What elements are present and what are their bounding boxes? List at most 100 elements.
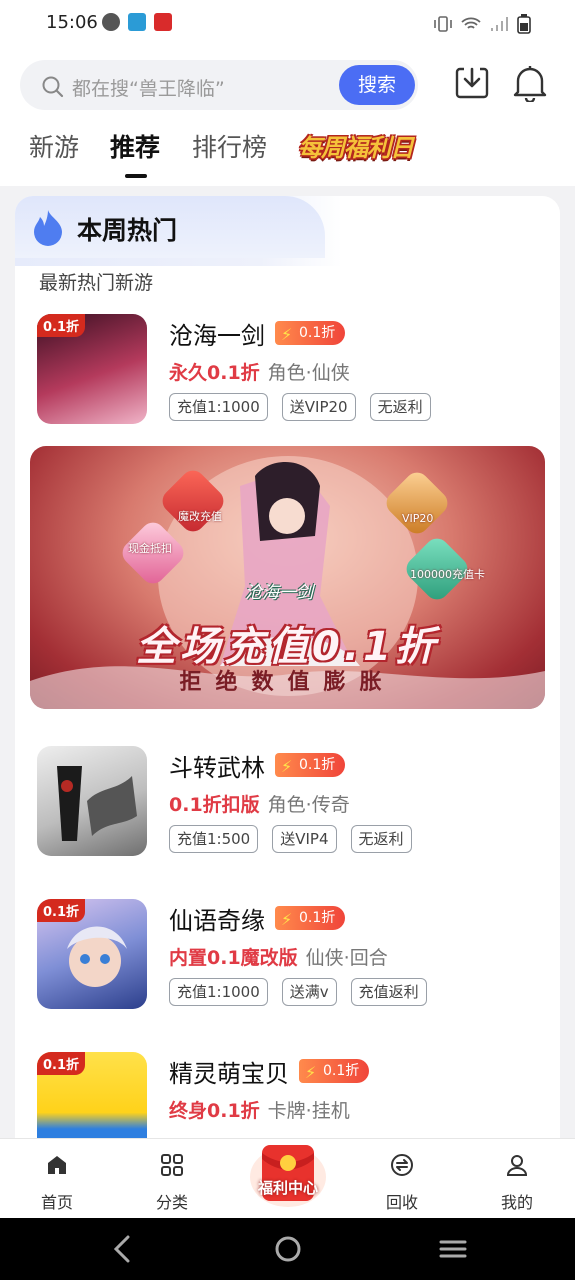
app-notification-icon (154, 13, 172, 31)
game-highlight: 0.1折扣版 (169, 794, 260, 816)
game-tag: 无返利 (350, 825, 412, 853)
nav-profile[interactable]: 我的 (477, 1139, 557, 1219)
lightning-icon: ⚡ (281, 757, 293, 776)
discount-badge: ⚡ 0.1折 (275, 321, 346, 345)
game-highlight: 内置0.1魔改版 (169, 947, 298, 969)
home-icon (48, 1156, 66, 1174)
game-title: 沧海一剑 (169, 322, 265, 350)
battery-icon (517, 14, 531, 34)
game-thumbnail[interactable]: 0.1折 (37, 314, 147, 424)
game-genre: 卡牌·挂机 (267, 1100, 350, 1122)
game-tag: 送VIP4 (272, 825, 337, 853)
active-tab-indicator (125, 174, 147, 178)
bell-icon[interactable] (513, 64, 547, 102)
game-tag: 充值返利 (350, 978, 427, 1006)
app-notification-icon (102, 13, 120, 31)
banner-feature-label: VIP20 (402, 512, 434, 525)
banner-feature-label: 魔改充值 (178, 510, 222, 523)
status-bar: 15:06 (0, 0, 575, 46)
lightning-icon: ⚡ (281, 910, 293, 929)
banner-feature-label: 现金抵扣 (128, 542, 172, 555)
back-icon[interactable] (110, 1234, 134, 1264)
game-tag: 充值1:500 (169, 825, 259, 853)
lightning-icon: ⚡ (305, 1063, 317, 1082)
discount-badge: ⚡ 0.1折 (299, 1059, 370, 1083)
banner-game-name: 沧海一剑 (245, 583, 313, 603)
hot-games-card: 本周热门 最新热门新游 0.1折 沧海一剑 ⚡ 0.1折 永久0.1折 角色·仙侠 … (15, 196, 560, 1156)
nav-label: 首页 (40, 1193, 73, 1212)
game-tag: 送VIP20 (281, 393, 356, 421)
banner-subheadline: 拒绝数值膨胀 (179, 670, 396, 695)
system-icons (433, 14, 531, 34)
game-meta: 内置0.1魔改版 仙侠·回合 (169, 943, 388, 970)
game-tag: 无返利 (369, 393, 431, 421)
thumb-artwork (67, 926, 127, 987)
game-title: 精灵萌宝贝 (169, 1060, 289, 1088)
card-header: 本周热门 (15, 196, 560, 266)
game-genre: 角色·仙侠 (267, 362, 350, 384)
app-notification-icon (128, 13, 146, 31)
game-tags: 充值1:1000 送VIP20 无返利 (169, 393, 431, 421)
tab-new-games[interactable]: 新游 (29, 128, 79, 164)
game-tag: 充值1:1000 (169, 393, 268, 421)
status-time: 15:06 (46, 12, 98, 33)
tab-recommended[interactable]: 推荐 (110, 128, 160, 164)
flame-icon (34, 210, 62, 246)
thumb-badge: 0.1折 (37, 314, 86, 337)
discount-badge: ⚡ 0.1折 (275, 753, 346, 777)
category-icon (161, 1154, 183, 1176)
signal-icon (491, 17, 508, 31)
game-item[interactable]: 斗转武林 ⚡ 0.1折 0.1折扣版 角色·传奇 充值1:500 送VIP4 无返利 (15, 746, 560, 864)
game-tags: 充值1:500 送VIP4 无返利 (169, 825, 412, 853)
game-title: 斗转武林 (169, 754, 265, 782)
nav-label: 分类 (155, 1193, 188, 1212)
nav-label: 我的 (500, 1193, 533, 1212)
game-tag: 充值1:1000 (169, 978, 268, 1006)
tab-ranking[interactable]: 排行榜 (192, 128, 267, 164)
game-tag: 送满v (281, 978, 337, 1006)
thumb-badge: 0.1折 (37, 1052, 86, 1075)
game-title: 仙语奇缘 (169, 907, 265, 935)
game-highlight: 永久0.1折 (169, 362, 260, 384)
section-title: 本周热门 (77, 216, 178, 245)
game-genre: 角色·传奇 (267, 794, 350, 816)
search-bar[interactable]: 都在搜“兽王降临” 搜索 (20, 60, 418, 110)
promo-banner[interactable]: 魔改充值 现金抵扣 VIP20 100000充值卡 沧海一剑 全场充值0.1折 … (30, 446, 545, 709)
banner-feature-label: 100000充值卡 (410, 568, 485, 581)
search-icon (42, 76, 64, 98)
download-icon[interactable] (455, 66, 489, 100)
profile-icon (506, 1155, 528, 1176)
thumb-artwork (57, 766, 137, 841)
game-thumbnail[interactable] (37, 746, 147, 856)
notification-icons (102, 13, 172, 31)
lightning-icon: ⚡ (281, 325, 293, 344)
game-thumbnail[interactable]: 0.1折 (37, 899, 147, 1009)
wifi-icon (461, 17, 481, 29)
search-input[interactable]: 都在搜“兽王降临” (72, 74, 225, 101)
game-highlight: 终身0.1折 (169, 1100, 260, 1122)
game-tags: 充值1:1000 送满v 充值返利 (169, 978, 427, 1006)
game-genre: 仙侠·回合 (305, 947, 388, 969)
game-meta: 终身0.1折 卡牌·挂机 (169, 1096, 350, 1123)
category-tabs: 新游 推荐 排行榜 每周福利日 (0, 122, 575, 182)
nav-label: 回收 (385, 1193, 418, 1212)
discount-badge: ⚡ 0.1折 (275, 906, 346, 930)
red-envelope-icon (250, 1145, 326, 1207)
game-item[interactable]: 0.1折 仙语奇缘 ⚡ 0.1折 内置0.1魔改版 仙侠·回合 充值1:1000 送… (15, 899, 560, 1017)
recycle-icon (391, 1154, 413, 1176)
game-item[interactable]: 0.1折 沧海一剑 ⚡ 0.1折 永久0.1折 角色·仙侠 充值1:1000 送VI… (15, 314, 560, 432)
welfare-center-label: 福利中心 (257, 1179, 318, 1197)
recent-apps-icon[interactable] (438, 1234, 468, 1264)
home-button-icon[interactable] (273, 1234, 303, 1264)
nav-recycle[interactable]: 回收 (362, 1139, 442, 1219)
nav-category[interactable]: 分类 (132, 1139, 212, 1219)
header: 都在搜“兽王降临” 搜索 新游 推荐 排行榜 每周福利日 (0, 46, 575, 186)
nav-home[interactable]: 首页 (17, 1139, 97, 1219)
tab-weekly-welfare[interactable]: 每周福利日 (298, 128, 414, 163)
vibrate-icon (434, 16, 452, 32)
bottom-navigation: 首页 分类 福利中心 回收 我的 (0, 1138, 575, 1218)
search-button[interactable]: 搜索 (339, 65, 415, 105)
welfare-center-button[interactable]: 福利中心 (248, 1133, 328, 1211)
game-meta: 永久0.1折 角色·仙侠 (169, 358, 350, 385)
game-meta: 0.1折扣版 角色·传奇 (169, 790, 350, 817)
